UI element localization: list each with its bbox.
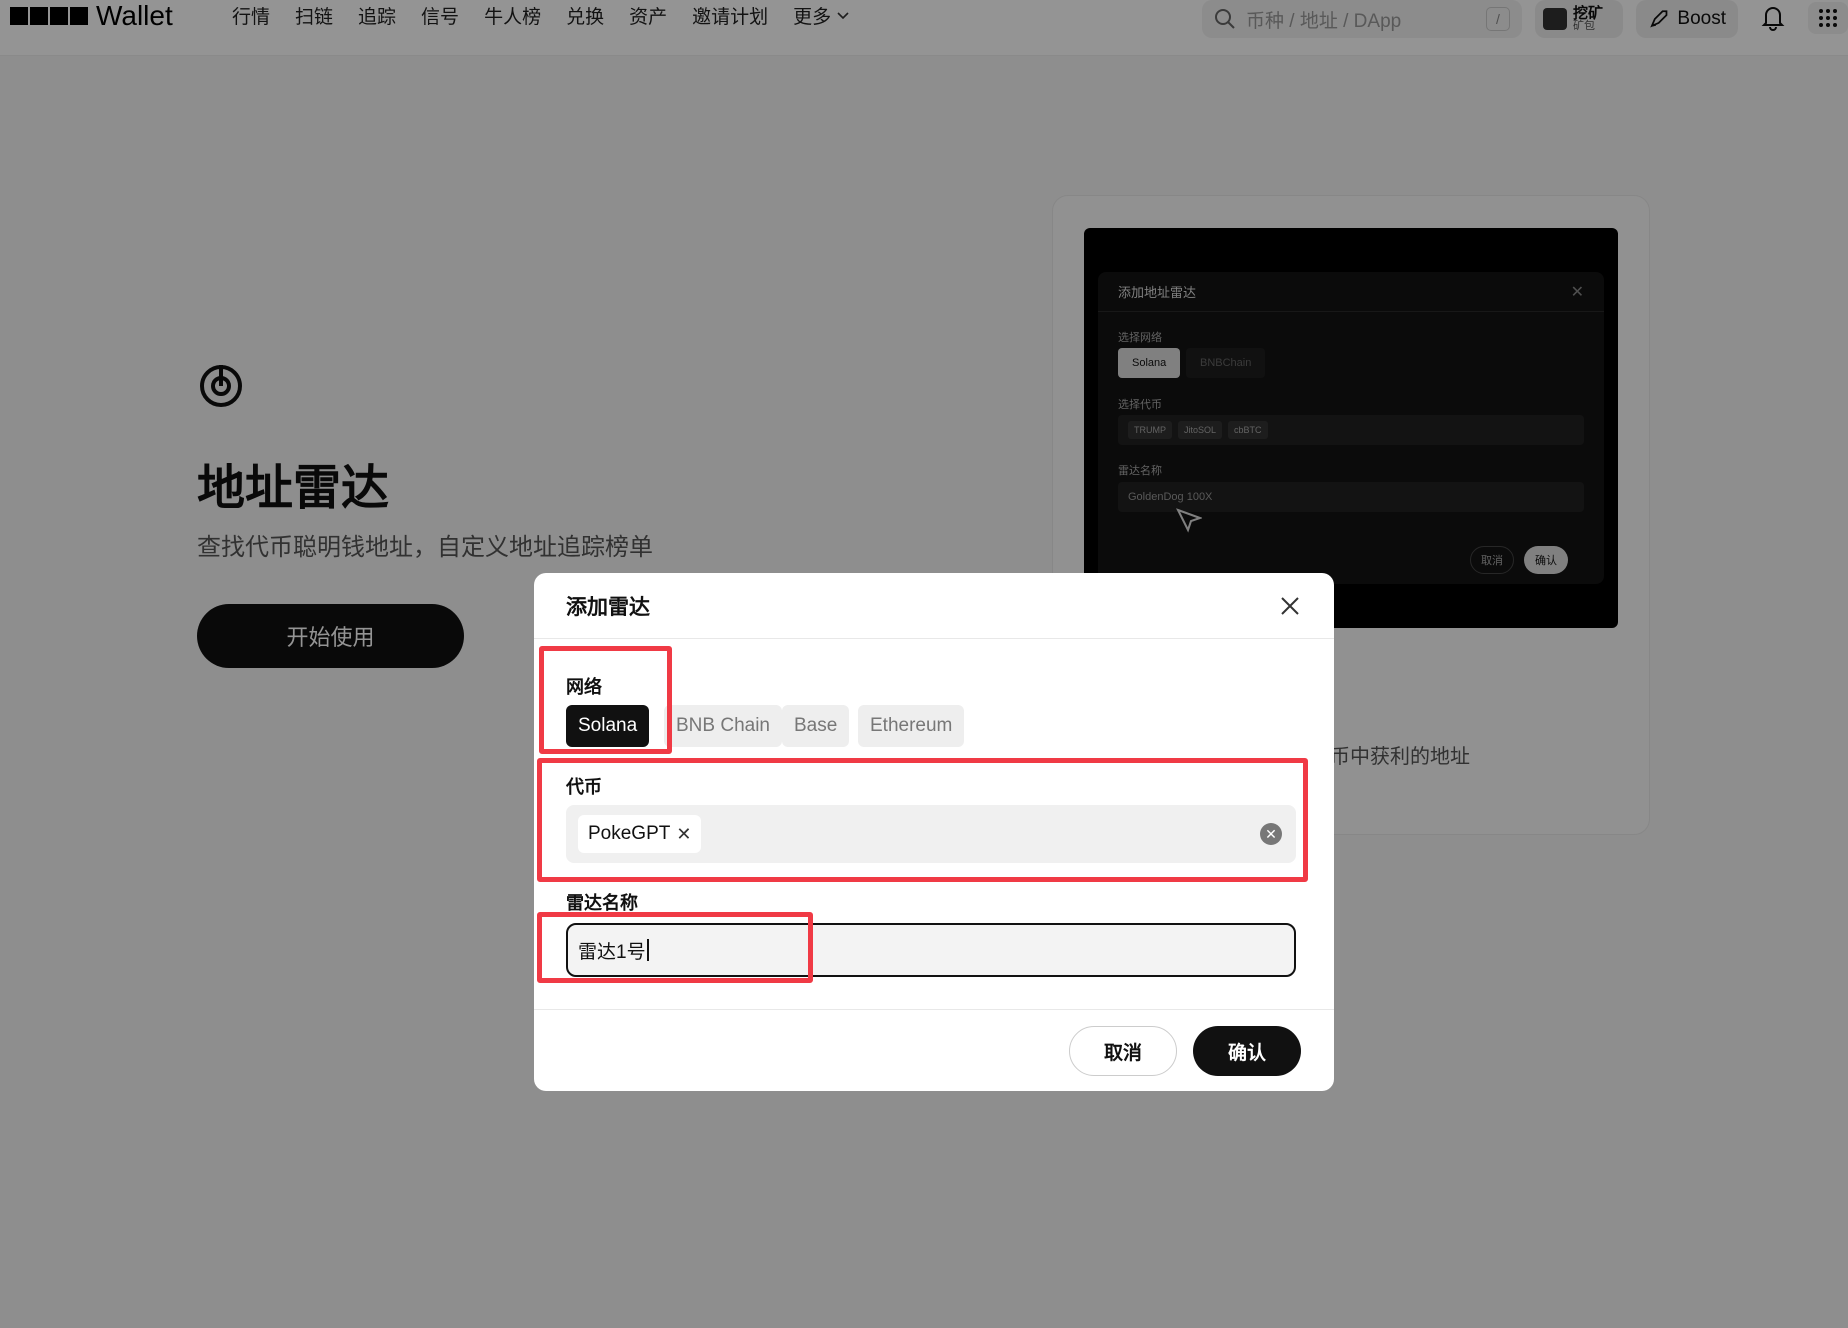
modal-footer-divider [534,1009,1334,1010]
confirm-button[interactable]: 确认 [1193,1026,1301,1076]
network-chip-base[interactable]: Base [782,705,850,747]
cancel-button[interactable]: 取消 [1069,1026,1177,1076]
highlight-radar-name [537,912,813,983]
close-icon[interactable] [1278,594,1302,618]
highlight-token [537,758,1308,882]
network-chip-ethereum[interactable]: Ethereum [858,705,965,747]
highlight-network [539,646,672,754]
network-chip-bnb-chain[interactable]: BNB Chain [664,705,782,747]
modal-title: 添加雷达 [566,595,650,619]
